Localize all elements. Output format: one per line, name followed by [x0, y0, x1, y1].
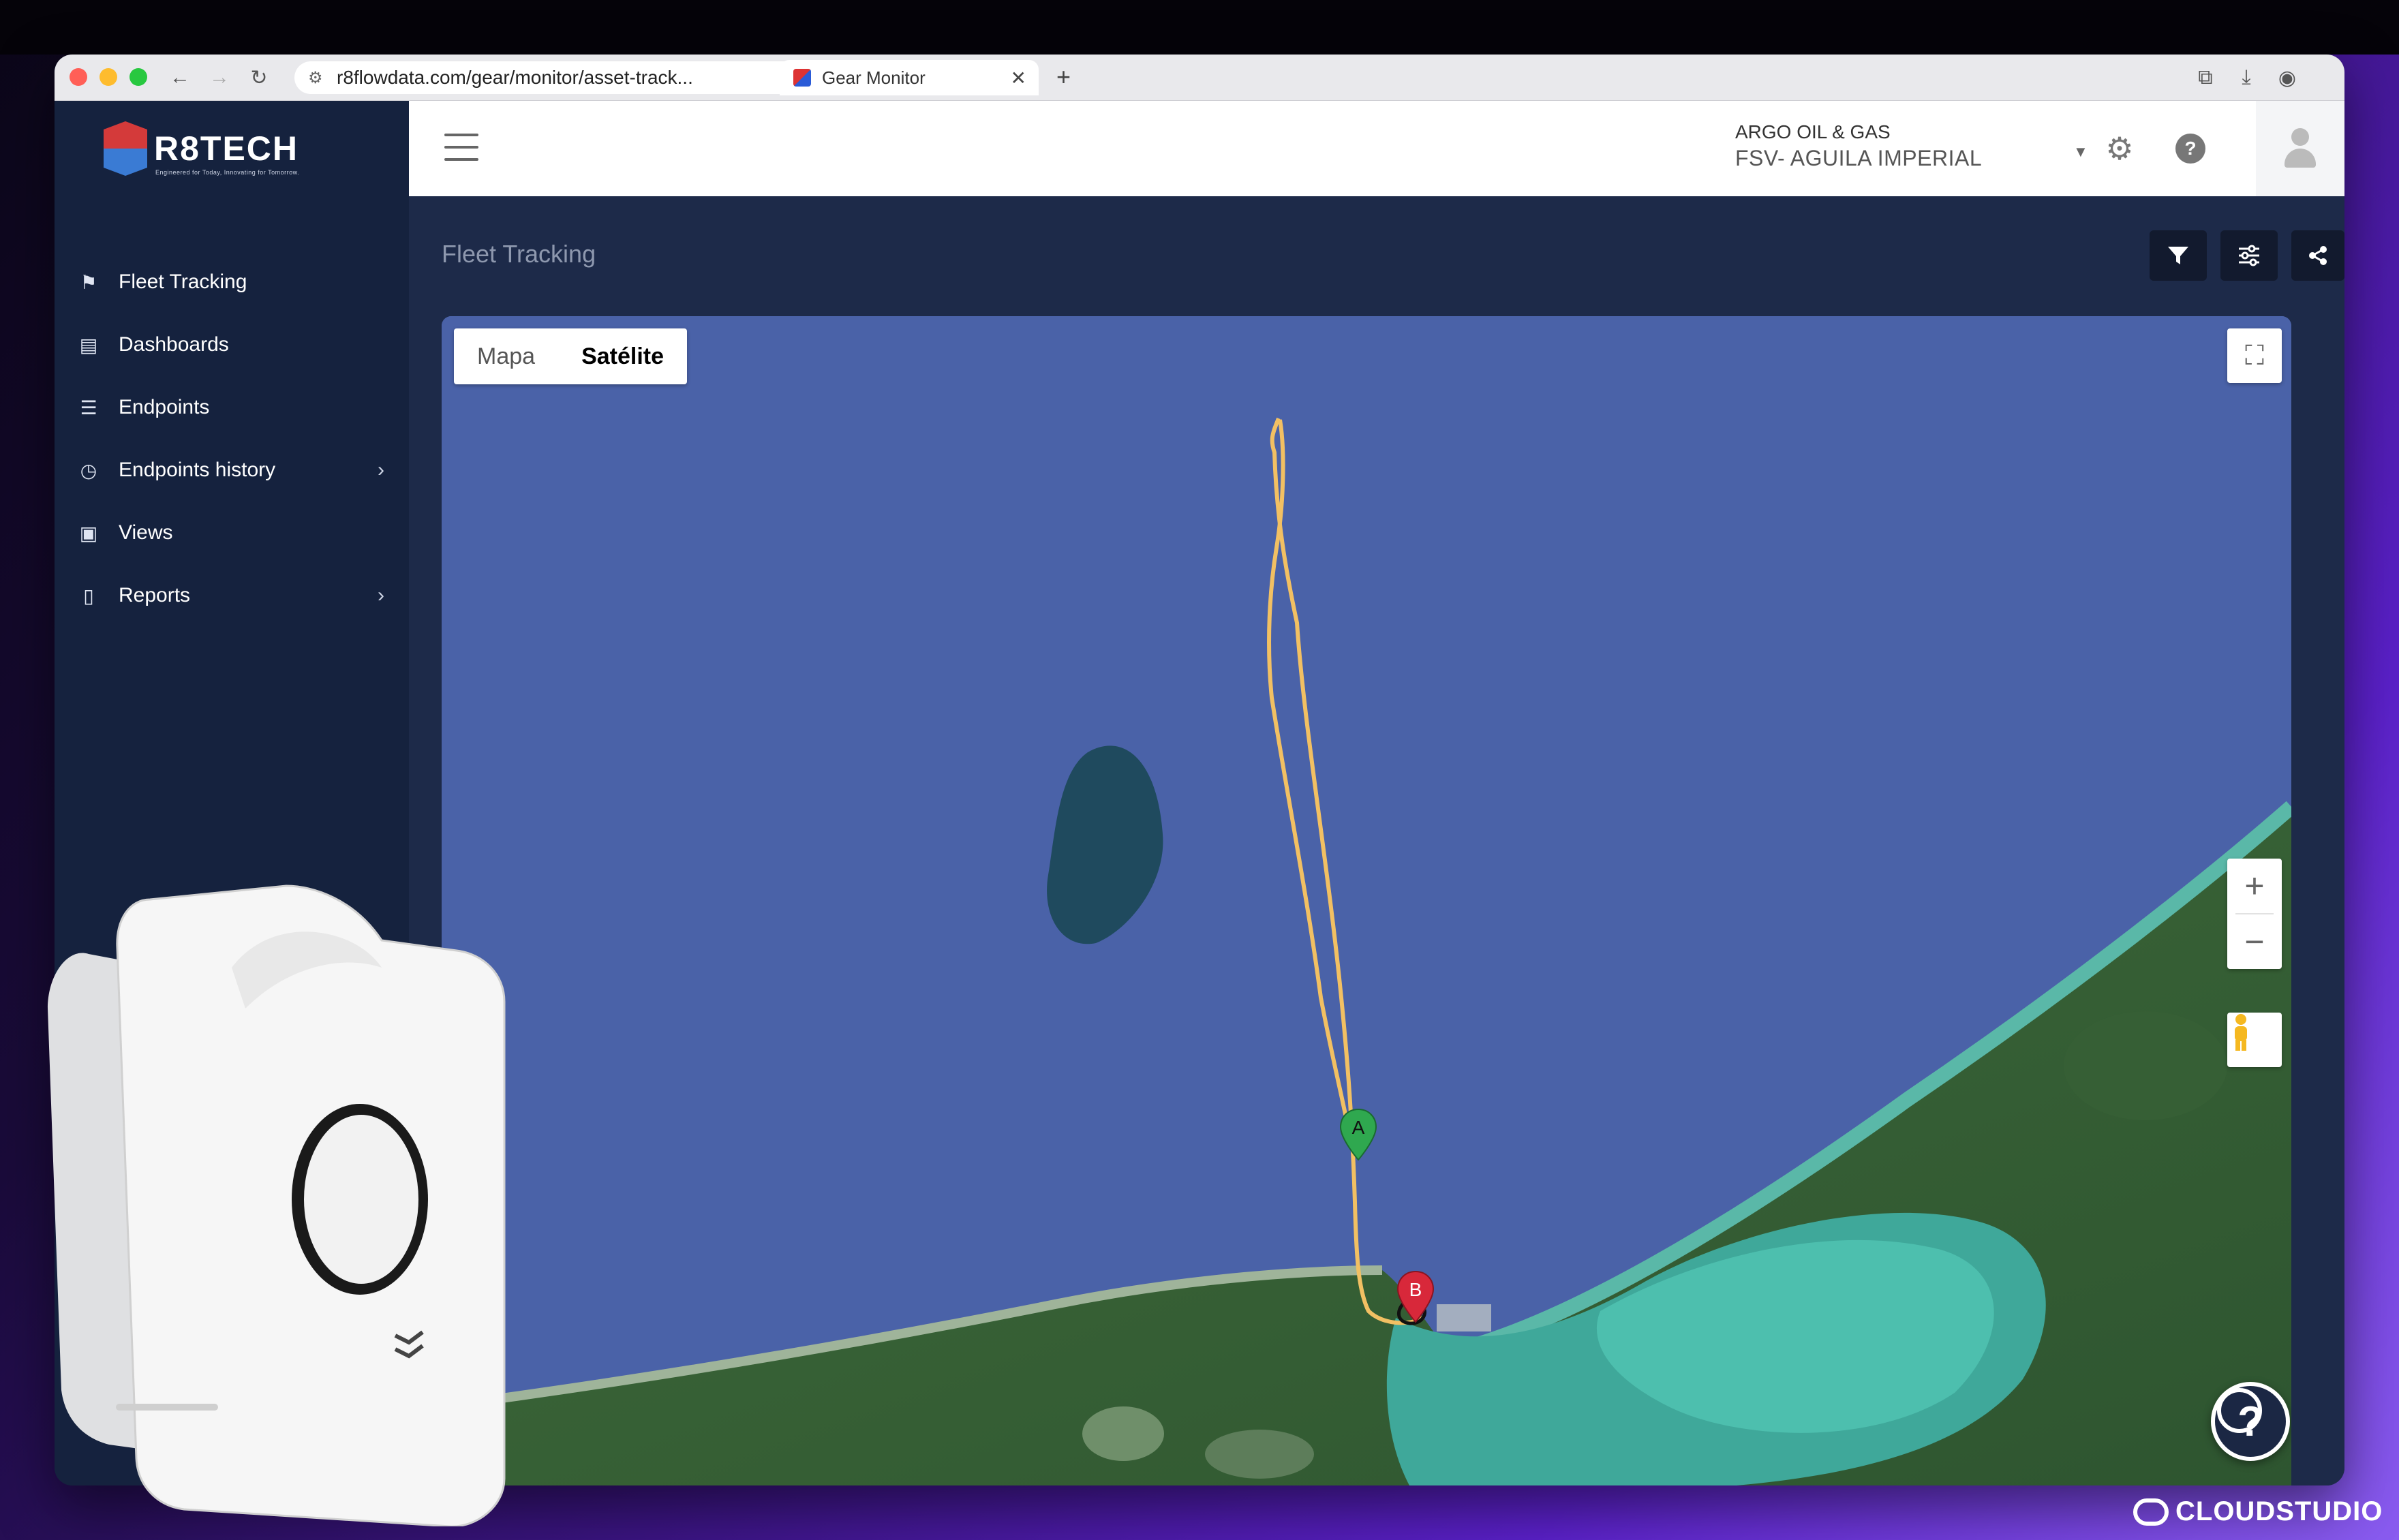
help-circle-icon[interactable]: ? [2170, 128, 2211, 169]
new-tab-icon[interactable]: + [1056, 63, 1071, 91]
tab-favicon-icon [793, 69, 811, 87]
cloudstudio-logo: CLOUDSTUDIO [2133, 1496, 2383, 1527]
device-product-image [48, 884, 506, 1526]
help-label: ? [2237, 1398, 2263, 1445]
map-marker-b[interactable]: B [1396, 1270, 1435, 1325]
zoom-control: + − [2227, 859, 2282, 969]
gallery-icon: ▣ [79, 522, 98, 544]
svg-text:?: ? [2184, 138, 2196, 159]
vessel-name: FSV- AGUILA IMPERIAL [1735, 146, 1983, 170]
user-avatar-button[interactable] [2256, 101, 2344, 196]
hamburger-menu-icon[interactable] [444, 134, 478, 161]
street-view-pegman-icon[interactable] [2227, 1013, 2282, 1067]
fullscreen-icon[interactable]: ⛶ [2227, 328, 2282, 383]
sidebar-item-reports[interactable]: ▯ Reports › [55, 564, 409, 627]
zoom-out-icon[interactable]: − [2244, 914, 2264, 969]
logo-mark-icon [104, 121, 147, 176]
logo-tagline: Engineered for Today, Innovating for Tom… [155, 169, 300, 176]
browser-chrome: ← → ↻ ⚙ r8flowdata.com/gear/monitor/asse… [55, 55, 2344, 101]
sidebar-item-endpoints-history[interactable]: ◷ Endpoints history › [55, 439, 409, 502]
bar-chart-icon: ▤ [79, 334, 98, 356]
filter-icon [2168, 247, 2188, 264]
map-marker-icon: ⚑ [80, 271, 97, 293]
filter-button[interactable] [2150, 230, 2207, 281]
file-icon: ▯ [83, 585, 94, 606]
sidebar-item-label: Endpoints [119, 396, 210, 418]
back-arrow-icon[interactable]: ← [165, 63, 195, 93]
sidebar-item-label: Fleet Tracking [119, 271, 247, 293]
share-button[interactable] [2291, 230, 2344, 281]
minimize-window-button[interactable] [100, 68, 117, 86]
logo-text: R8TECH [154, 129, 299, 168]
sidebar-item-endpoints[interactable]: ☰ Endpoints [55, 376, 409, 439]
gear-icon[interactable]: ⚙ [2099, 128, 2140, 169]
caret-down-icon[interactable]: ▼ [2073, 143, 2088, 161]
chevron-right-icon: › [378, 459, 384, 481]
satellite-imagery [442, 316, 2291, 1485]
url-text: r8flowdata.com/gear/monitor/asset-track.… [337, 67, 693, 88]
marker-b-label: B [1409, 1279, 1422, 1300]
sidebar-menu: ⚑ Fleet Tracking ▤ Dashboards ☰ Endpoint… [55, 251, 409, 627]
clock-icon: ◷ [80, 459, 97, 481]
sidebar-item-label: Reports [119, 584, 191, 606]
extensions-icon[interactable]: ⧉ [2190, 63, 2220, 93]
reload-icon[interactable]: ↻ [244, 63, 274, 93]
tab-title: Gear Monitor [822, 67, 926, 88]
sidebar-item-label: Dashboards [119, 333, 229, 356]
zoom-in-icon[interactable]: + [2244, 859, 2264, 913]
page-title: Fleet Tracking [442, 240, 596, 268]
map-type-mapa-button[interactable]: Mapa [454, 328, 558, 384]
share-icon [2309, 246, 2327, 265]
profile-icon[interactable]: ◉ [2272, 63, 2302, 93]
map-marker-a[interactable]: A [1339, 1108, 1378, 1162]
settings-sliders-button[interactable] [2220, 230, 2278, 281]
avatar-icon [2282, 128, 2319, 169]
main-content: Fleet Tracking A B Mapa Satélite ⛶ + − ? [409, 196, 2344, 1485]
address-bar[interactable]: ⚙ r8flowdata.com/gear/monitor/asset-trac… [294, 61, 826, 94]
map-type-satellite-button[interactable]: Satélite [558, 328, 687, 384]
sidebar-item-label: Endpoints history [119, 459, 276, 481]
organization-selector[interactable]: ARGO OIL & GAS FSV- AGUILA IMPERIAL [1735, 121, 1982, 171]
map-type-control: Mapa Satélite [454, 328, 688, 384]
cloud-icon [2133, 1498, 2169, 1526]
close-tab-icon[interactable]: ✕ [1011, 67, 1026, 89]
close-window-button[interactable] [70, 68, 87, 86]
download-icon[interactable]: ⤓ [2231, 63, 2261, 93]
sidebar-item-label: Views [119, 521, 173, 544]
maximize-window-button[interactable] [129, 68, 147, 86]
marker-a-label: A [1352, 1117, 1365, 1138]
sidebar-item-dashboards[interactable]: ▤ Dashboards [55, 313, 409, 376]
background-band [0, 0, 2399, 55]
top-bar: ARGO OIL & GAS FSV- AGUILA IMPERIAL ▼ ⚙ … [409, 101, 2344, 196]
forward-arrow-icon[interactable]: → [204, 63, 234, 93]
chevron-right-icon: › [378, 584, 384, 606]
sidebar-item-fleet-tracking[interactable]: ⚑ Fleet Tracking [55, 251, 409, 313]
help-chat-button[interactable]: ? [2211, 1382, 2290, 1461]
company-name: ARGO OIL & GAS [1735, 121, 1891, 142]
sidebar-item-views[interactable]: ▣ Views [55, 502, 409, 564]
sliders-icon [2239, 245, 2259, 266]
site-settings-icon[interactable]: ⚙ [308, 68, 327, 88]
browser-tab[interactable]: Gear Monitor ✕ [780, 60, 1039, 95]
brand-text: CLOUDSTUDIO [2175, 1496, 2383, 1526]
list-icon: ☰ [80, 397, 97, 418]
map-view[interactable]: A B Mapa Satélite ⛶ + − ? [442, 316, 2291, 1485]
